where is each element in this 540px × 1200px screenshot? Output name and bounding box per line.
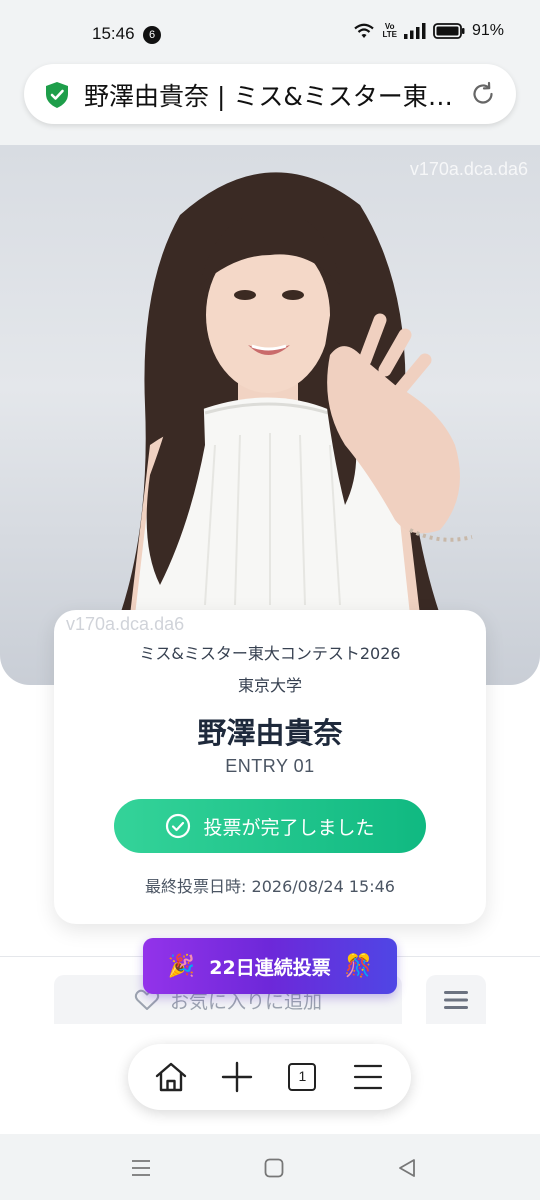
page-title[interactable]: 野澤由貴奈 | ミス&ミスター東大コンテスト2026: [84, 77, 454, 113]
university-name: 東京大学: [237, 676, 302, 695]
last-vote-datetime: 最終投票日時: 2026/08/24 15:46: [145, 877, 395, 896]
tab-count: 1: [288, 1063, 317, 1091]
profile-photo: v170a.dca.da6: [0, 145, 540, 685]
system-nav-bar: [0, 1134, 540, 1200]
status-time: 15:46: [92, 24, 135, 43]
home-button[interactable]: [146, 1052, 196, 1102]
battery-percent: 91%: [471, 22, 504, 39]
home-nav-button[interactable]: [254, 1154, 294, 1182]
list-icon: [444, 991, 468, 1009]
square-icon: [264, 1158, 284, 1178]
hamburger-icon: [354, 1064, 383, 1090]
entry-number: ENTRY 01: [225, 756, 315, 776]
home-icon: [155, 1062, 187, 1092]
card-watermark: v170a.dca.da6: [66, 614, 185, 634]
browser-toolbar: 1: [128, 1044, 411, 1110]
back-button[interactable]: [387, 1154, 427, 1182]
recents-button[interactable]: [121, 1154, 161, 1182]
recents-icon: [132, 1160, 150, 1176]
back-triangle-icon: [399, 1159, 415, 1177]
candidate-name: 野澤由貴奈: [197, 716, 343, 750]
vote-complete-button[interactable]: 投票が完了しました: [114, 799, 426, 853]
menu-button[interactable]: [426, 975, 486, 1025]
party-popper-icon: 🎉: [167, 953, 196, 979]
hero-watermark: v170a.dca.da6: [409, 159, 528, 179]
status-icons: Vo LTE 91%: [353, 22, 504, 40]
tabs-button[interactable]: 1: [277, 1052, 327, 1102]
wifi-icon: [354, 23, 375, 38]
signal-icon: [403, 23, 426, 39]
confetti-ball-icon: 🎊: [344, 953, 373, 979]
profile-card: v170a.dca.da6 ミス&ミスター東大コンテスト2026 東京大学 野澤…: [54, 610, 486, 924]
check-circle-icon: [166, 813, 191, 839]
new-tab-button[interactable]: [212, 1052, 262, 1102]
streak-badge: 🎉 22日連続投票 🎊: [143, 938, 397, 994]
status-bar: 15:46 6 Vo LTE 91%: [0, 0, 540, 64]
plus-icon: [221, 1061, 252, 1093]
vote-complete-label: 投票が完了しました: [203, 816, 375, 839]
portrait-image: [120, 172, 473, 615]
notification-badge: 6: [143, 26, 161, 44]
volte-icon: Vo LTE: [382, 22, 397, 39]
address-bar[interactable]: 野澤由貴奈 | ミス&ミスター東大コンテスト2026: [24, 64, 516, 124]
streak-label: 22日連続投票: [209, 956, 331, 979]
battery-icon: [433, 23, 465, 39]
browser-header: 野澤由貴奈 | ミス&ミスター東大コンテスト2026: [0, 64, 540, 145]
reload-icon[interactable]: [470, 81, 496, 107]
contest-name: ミス&ミスター東大コンテスト2026: [139, 644, 401, 663]
browser-menu-button[interactable]: [343, 1052, 393, 1102]
shield-check-icon[interactable]: [44, 81, 70, 109]
